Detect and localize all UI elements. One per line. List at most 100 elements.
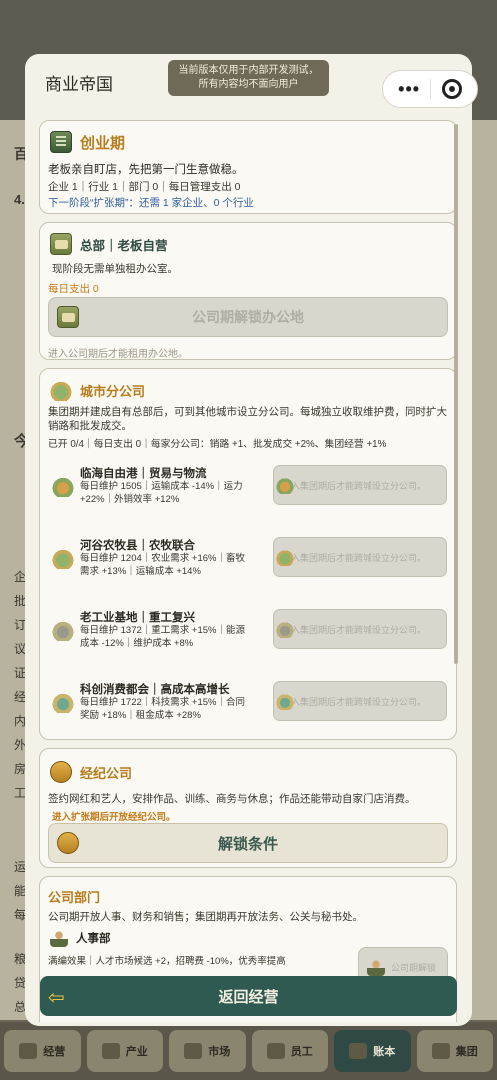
departments-description: 公司期开放人事、财务和销售；集团期再开放法务、公关与秘书处。	[48, 911, 363, 923]
city-row: 临海自由港｜贸易与物流 每日维护 1505｜运输成本 -14%｜运力 +22%｜…	[50, 465, 450, 521]
capsule-divider	[430, 79, 432, 99]
next-stage-requirement: 下一阶段“扩张期”：还需 1 家企业、0 个行业	[48, 197, 254, 209]
branches-description: 集团期并建成自有总部后，可到其他城市设立分公司。每城独立收取维护费，同时扩大销路…	[48, 406, 447, 432]
stage-header: 创业期	[50, 131, 125, 153]
bg-tab-staff: 员工	[251, 1030, 328, 1072]
stage-description: 老板亲自盯店，先把第一门生意做稳。	[48, 164, 244, 176]
bg-tab-business: 经营	[4, 1030, 81, 1072]
departments-title: 公司部门	[48, 890, 101, 905]
bg-tab-label: 经营	[43, 1046, 66, 1058]
unlock-office-button[interactable]: 公司期解锁办公地	[48, 297, 448, 337]
notice-line: 当前版本仅用于内部开发测试，	[178, 65, 319, 76]
open-branch-label: 进入集团期后才能跨城设立分公司。	[282, 552, 427, 563]
bg-tab-label: 集团	[455, 1046, 478, 1058]
open-branch-label: 进入集团期后才能跨城设立分公司。	[282, 696, 427, 707]
ledger-icon	[349, 1043, 368, 1059]
hr-description: 满编效果｜人才市场候选 +2，招聘费 -10%，优秀率提高	[48, 956, 286, 967]
agency-description: 签约网红和艺人，安排作品、训练、商务与休息；作品还能带动自家门店消费。	[48, 793, 416, 805]
open-branch-label: 进入集团期后才能跨城设立分公司。	[282, 624, 427, 635]
background-tabbar: 经营 产业 市场 员工 账本 集团	[0, 1022, 497, 1080]
agency-card: 经纪公司 签约网红和艺人，安排作品、训练、商务与休息；作品还能带动自家门店消费。…	[39, 748, 457, 868]
unlock-office-label: 公司期解锁办公地	[192, 309, 304, 325]
bg-tab-ledger: 账本	[334, 1030, 411, 1072]
city-row: 科创消费都会｜高成本高增长 每日维护 1722｜科技需求 +15%｜合同奖励 +…	[50, 681, 450, 737]
building-icon	[50, 131, 72, 153]
market-icon	[184, 1043, 203, 1059]
farm-city-icon	[52, 547, 74, 569]
city-description: 每日维护 1505｜运输成本 -14%｜运力 +22%｜外销效率 +12%	[80, 481, 243, 505]
tech-city-icon	[276, 692, 294, 710]
city-name: 科创消费都会｜高成本高增长	[80, 684, 230, 696]
bg-tab-label: 员工	[290, 1046, 313, 1058]
city-row: 河谷农牧县｜农牧联合 每日维护 1204｜农业需求 +16%｜畜牧需求 +13%…	[50, 537, 450, 593]
branches-stats: 已开 0/4｜每日支出 0｜每家分公司：销路 +1、批发成交 +2%、集团经营 …	[48, 439, 387, 450]
hq-header: 总部｜老板自营	[50, 233, 168, 255]
city-description: 每日维护 1372｜重工需求 +15%｜能源成本 -12%｜维护成本 +8%	[80, 625, 245, 649]
more-icon[interactable]: •••	[398, 79, 420, 100]
hq-mode: 老板自营	[117, 238, 168, 253]
office-icon	[50, 233, 72, 255]
farm-city-icon	[276, 548, 294, 566]
hq-hint: 进入公司期后才能租用办公地。	[48, 349, 188, 360]
hr-header: 人事部	[50, 929, 111, 947]
branches-title: 城市分公司	[80, 383, 146, 399]
return-label: 返回经营	[218, 988, 279, 1006]
industrial-city-icon	[276, 620, 294, 638]
return-to-business-button[interactable]: ⇦ 返回经营	[40, 976, 457, 1016]
city-branches-card: 城市分公司 集团期并建成自有总部后，可到其他城市设立分公司。每城独立收取维护费，…	[39, 368, 457, 740]
city-description: 每日维护 1204｜农业需求 +16%｜畜牧需求 +13%｜运输成本 +14%	[80, 553, 245, 577]
industrial-city-icon	[52, 619, 74, 641]
stage-title: 创业期	[80, 134, 126, 152]
open-branch-button[interactable]: 进入集团期后才能跨城设立分公司。	[273, 465, 447, 505]
branches-header: 城市分公司	[50, 379, 145, 401]
port-city-icon	[52, 475, 74, 497]
open-branch-button[interactable]: 进入集团期后才能跨城设立分公司。	[273, 609, 447, 649]
close-target-icon[interactable]	[441, 79, 462, 99]
bg-tab-industry: 产业	[86, 1030, 163, 1072]
open-branch-label: 进入集团期后才能跨城设立分公司。	[282, 480, 427, 491]
notice-line: 所有内容均不面向用户	[198, 79, 299, 90]
people-icon	[266, 1043, 285, 1059]
open-branch-button[interactable]: 进入集团期后才能跨城设立分公司。	[273, 537, 447, 577]
tower-icon	[431, 1043, 450, 1059]
city-name: 临海自由港｜贸易与物流	[80, 468, 207, 480]
hq-title: 总部	[80, 238, 106, 253]
stage-card: 创业期 老板亲自盯店，先把第一门生意做稳。 企业 1｜行业 1｜部门 0｜每日管…	[39, 120, 457, 214]
tech-city-icon	[52, 691, 74, 713]
city-description: 每日维护 1722｜科技需求 +15%｜合同奖励 +18%｜租金成本 +28%	[80, 697, 245, 721]
city-icon	[50, 379, 72, 401]
headquarters-card: 总部｜老板自营 现阶段无需单独租办公室。 每日支出 0 公司期解锁办公地 进入公…	[39, 222, 457, 360]
modal-title: 商业帝国	[45, 75, 113, 94]
dev-notice-banner: 当前版本仅用于内部开发测试， 所有内容均不面向用户	[168, 60, 329, 96]
office-icon	[57, 306, 79, 328]
agency-icon	[57, 832, 79, 854]
scrollbar[interactable]	[454, 124, 458, 664]
bg-tab-label: 产业	[125, 1046, 148, 1058]
hq-description: 现阶段无需单独租办公室。	[52, 263, 178, 275]
bg-tab-label: 账本	[373, 1046, 396, 1058]
person-icon	[50, 929, 68, 947]
factory-icon	[101, 1043, 120, 1059]
hr-title: 人事部	[76, 933, 111, 945]
unlock-conditions-label: 解锁条件	[217, 835, 278, 853]
agency-icon	[50, 761, 72, 783]
port-city-icon	[276, 476, 294, 494]
city-row: 老工业基地｜重工复兴 每日维护 1372｜重工需求 +15%｜能源成本 -12%…	[50, 609, 450, 665]
agency-header: 经纪公司	[50, 761, 132, 783]
back-arrow-icon: ⇦	[48, 987, 65, 1009]
modal-scroll-area[interactable]: 创业期 老板亲自盯店，先把第一门生意做稳。 企业 1｜行业 1｜部门 0｜每日管…	[39, 120, 457, 1022]
person-icon	[367, 958, 385, 976]
bg-tab-label: 市场	[208, 1046, 231, 1058]
unlock-conditions-button[interactable]: 解锁条件	[48, 823, 448, 863]
hq-daily-cost: 每日支出 0	[48, 283, 99, 295]
bg-tab-group: 集团	[416, 1030, 493, 1072]
bg-tab-market: 市场	[169, 1030, 246, 1072]
open-branch-button[interactable]: 进入集团期后才能跨城设立分公司。	[273, 681, 447, 721]
stage-stats: 企业 1｜行业 1｜部门 0｜每日管理支出 0	[48, 181, 241, 193]
agency-title: 经纪公司	[80, 765, 133, 781]
business-empire-modal: 商业帝国 × 创业期 老板亲自盯店，先把第一门生意做稳。 企业 1｜行业 1｜部…	[25, 54, 472, 1026]
city-name: 老工业基地｜重工复兴	[80, 612, 195, 624]
city-name: 河谷农牧县｜农牧联合	[80, 540, 195, 552]
agency-hint: 进入扩张期后开放经纪公司。	[52, 812, 176, 823]
briefcase-icon	[19, 1043, 38, 1059]
